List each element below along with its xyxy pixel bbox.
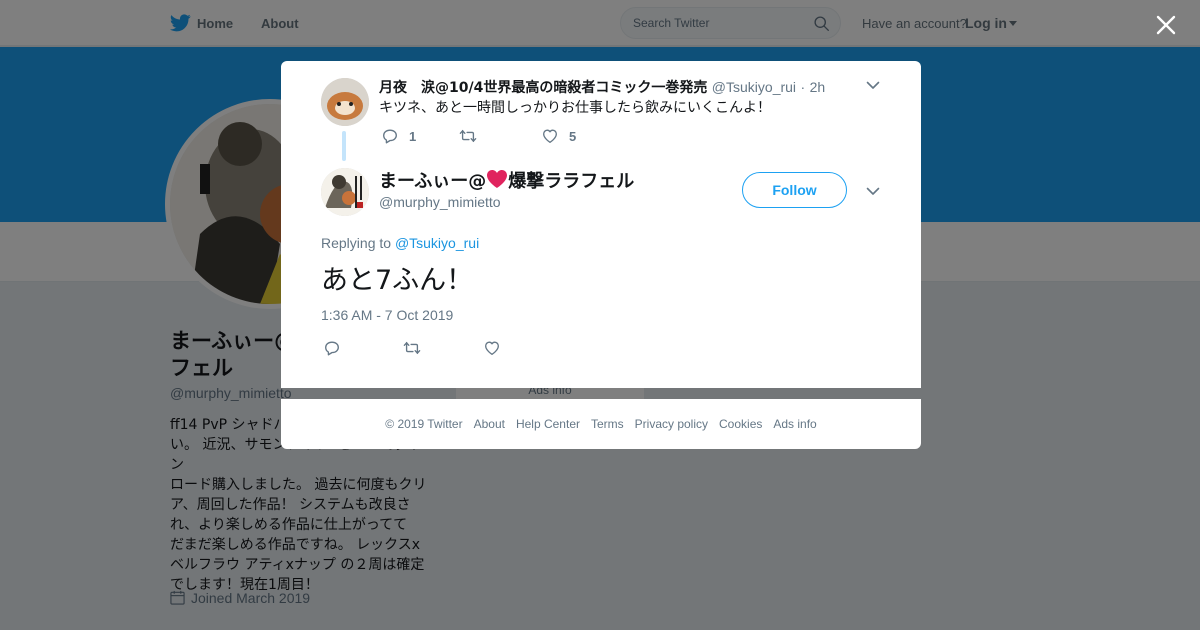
like-icon xyxy=(485,341,499,355)
footer-link-help-center[interactable]: Help Center xyxy=(516,417,580,431)
reply-button[interactable]: 1 xyxy=(381,127,416,145)
name-part-2: 爆撃ララフェル xyxy=(508,171,635,192)
avatar-artwork xyxy=(321,168,369,216)
like-button[interactable] xyxy=(483,339,501,357)
main-tweet-handle[interactable]: @murphy_mimietto xyxy=(379,194,501,210)
parent-tweet-avatar[interactable] xyxy=(321,78,369,126)
replying-to-link[interactable]: @Tsukiyo_rui xyxy=(395,235,479,251)
retweet-button[interactable] xyxy=(403,339,421,357)
tweet-modal: 月夜 涙@10/4世界最高の暗殺者コミック一巻発売 @Tsukiyo_rui ·… xyxy=(281,61,921,388)
footer-link-terms[interactable]: Terms xyxy=(591,417,624,431)
red-heart-icon xyxy=(487,170,508,188)
reply-button[interactable] xyxy=(323,339,341,357)
parent-tweet-time[interactable]: 2h xyxy=(810,79,826,95)
main-tweet-timestamp[interactable]: 1:36 AM - 7 Oct 2019 xyxy=(321,307,453,323)
modal-footer: © 2019 Twitter About Help Center Terms P… xyxy=(281,399,921,449)
reply-icon xyxy=(383,129,397,144)
parent-tweet-text: キツネ、あと一時間しっかりお仕事したら飲みにいくこんよ！ xyxy=(379,100,771,116)
thread-connector-line xyxy=(342,131,346,161)
footer-link-privacy[interactable]: Privacy policy xyxy=(635,417,708,431)
replying-prefix: Replying to xyxy=(321,235,392,251)
retweet-icon xyxy=(459,129,477,143)
footer-link-ads-info[interactable]: Ads info xyxy=(773,417,816,431)
parent-tweet-author-name[interactable]: 月夜 涙@10/4世界最高の暗殺者コミック一巻発売 xyxy=(379,80,707,96)
footer-link-cookies[interactable]: Cookies xyxy=(719,417,762,431)
replying-to-line: Replying to @Tsukiyo_rui xyxy=(321,235,479,251)
chevron-down-icon[interactable] xyxy=(865,77,881,93)
name-part-1: まーふぃー@ xyxy=(379,171,487,192)
avatar-artwork xyxy=(321,78,369,126)
reply-icon xyxy=(325,341,339,356)
like-count: 5 xyxy=(569,128,577,144)
main-tweet-text: あと7ふん！ xyxy=(321,265,474,296)
footer-copyright: © 2019 Twitter xyxy=(385,417,463,431)
close-icon[interactable] xyxy=(1153,12,1179,38)
parent-tweet-handle[interactable]: @Tsukiyo_rui xyxy=(712,79,796,95)
like-icon xyxy=(543,129,557,143)
parent-tweet-header: 月夜 涙@10/4世界最高の暗殺者コミック一巻発売 @Tsukiyo_rui ·… xyxy=(379,77,825,97)
retweet-button[interactable] xyxy=(459,127,477,145)
footer-link-about[interactable]: About xyxy=(474,417,505,431)
main-tweet-avatar[interactable] xyxy=(321,168,369,216)
chevron-down-icon[interactable] xyxy=(865,183,881,199)
follow-button[interactable]: Follow xyxy=(742,172,847,208)
main-tweet-author-name[interactable]: まーふぃー@ 爆撃ララフェル xyxy=(379,167,634,193)
reply-count: 1 xyxy=(409,128,417,144)
retweet-icon xyxy=(403,341,421,355)
separator-dot: · xyxy=(800,79,806,95)
like-button[interactable]: 5 xyxy=(541,127,576,145)
